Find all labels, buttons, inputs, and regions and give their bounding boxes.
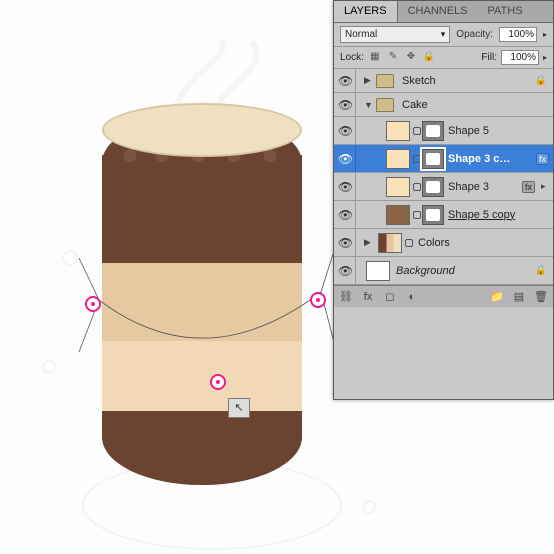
new-group-icon[interactable]: 📁 (489, 289, 505, 305)
lock-label: Lock: (340, 52, 364, 63)
layer-thumbnail[interactable] (366, 261, 390, 281)
tab-paths[interactable]: PATHS (478, 1, 533, 22)
tab-layers[interactable]: LAYERS (334, 1, 398, 22)
lock-move-icon[interactable]: ✥ (404, 51, 418, 65)
vector-mask[interactable] (422, 121, 444, 141)
visibility-toggle[interactable]: 👁 (336, 173, 356, 200)
fill-stepper[interactable]: ▸ (543, 53, 547, 62)
fx-badge[interactable]: fx (536, 153, 549, 165)
lock-icon: 🔒 (535, 75, 547, 86)
layer-thumbnail[interactable] (378, 233, 402, 253)
visibility-toggle[interactable]: 👁 (336, 257, 356, 284)
opacity-label: Opacity: (456, 29, 493, 40)
opacity-field[interactable]: 100% (499, 27, 537, 42)
cup-body (102, 115, 302, 485)
layer-name[interactable]: Colors (418, 237, 450, 249)
chevron-down-icon[interactable]: ▼ (364, 100, 376, 110)
illustration (32, 20, 332, 540)
fill-field[interactable]: 100% (501, 50, 539, 65)
lock-all-icon[interactable]: 🔒 (422, 51, 436, 65)
link-icon[interactable] (405, 239, 413, 247)
fx-badge[interactable]: fx (522, 181, 535, 193)
layer-thumbnail[interactable] (386, 149, 410, 169)
layer-thumbnail[interactable] (386, 205, 410, 225)
layer-name[interactable]: Background (396, 265, 455, 277)
lock-fill-row: Lock: ▦ ✎ ✥ 🔒 Fill: 100% ▸ (334, 47, 553, 69)
link-icon[interactable] (413, 183, 421, 191)
layers-panel: LAYERS CHANNELS PATHS Normal Opacity: 10… (333, 0, 554, 400)
link-icon[interactable] (413, 127, 421, 135)
layer-name[interactable]: Shape 5 copy (448, 209, 515, 221)
fill-label: Fill: (481, 52, 497, 63)
layer-shape-3-copy[interactable]: 👁 Shape 3 c… fx (334, 145, 553, 173)
fx-chevron-icon[interactable]: ▸ (541, 181, 553, 192)
panel-tabs: LAYERS CHANNELS PATHS (334, 1, 553, 23)
anchor-point[interactable] (210, 374, 226, 390)
layer-background[interactable]: 👁 Background 🔒 (334, 257, 553, 285)
new-layer-icon[interactable]: ▤ (511, 289, 527, 305)
visibility-toggle[interactable]: 👁 (336, 93, 356, 116)
vector-mask[interactable] (422, 205, 444, 225)
vector-mask[interactable] (422, 149, 444, 169)
folder-icon (376, 74, 394, 88)
visibility-toggle[interactable]: 👁 (336, 69, 356, 92)
layer-shape-3[interactable]: 👁 Shape 3 fx ▸ (334, 173, 553, 201)
folder-icon (376, 98, 394, 112)
bubble (362, 500, 376, 514)
layer-shape-5-copy[interactable]: 👁 Shape 5 copy (334, 201, 553, 229)
blend-opacity-row: Normal Opacity: 100% ▸ (334, 23, 553, 47)
layer-style-icon[interactable]: fx (360, 289, 376, 305)
bubble (42, 360, 56, 374)
delete-layer-icon[interactable]: 🗑 (533, 289, 549, 305)
chevron-right-icon[interactable]: ▶ (364, 237, 376, 248)
visibility-toggle[interactable]: 👁 (336, 145, 356, 172)
direct-selection-cursor: ↖ (228, 398, 250, 418)
opacity-stepper[interactable]: ▸ (543, 30, 547, 39)
lock-icon: 🔒 (535, 265, 547, 276)
layer-name[interactable]: Shape 3 c… (448, 153, 510, 165)
tab-channels[interactable]: CHANNELS (398, 1, 478, 22)
bubble (62, 250, 78, 266)
layer-mask-icon[interactable]: ◻ (382, 289, 398, 305)
lock-brush-icon[interactable]: ✎ (386, 51, 400, 65)
layer-thumbnail[interactable] (386, 177, 410, 197)
link-layers-icon[interactable]: ⛓ (338, 289, 354, 305)
layer-name[interactable]: Shape 3 (448, 181, 489, 193)
chevron-right-icon[interactable]: ▶ (364, 75, 376, 86)
layer-group-cake[interactable]: 👁 ▼ Cake (334, 93, 553, 117)
visibility-toggle[interactable]: 👁 (336, 229, 356, 256)
adjustment-layer-icon[interactable]: ◐ (404, 289, 420, 305)
layer-thumbnail[interactable] (386, 121, 410, 141)
anchor-point[interactable] (85, 296, 101, 312)
layer-colors[interactable]: 👁 ▶ Colors (334, 229, 553, 257)
panel-footer: ⛓ fx ◻ ◐ 📁 ▤ 🗑 (334, 285, 553, 307)
layer-name[interactable]: Cake (402, 99, 428, 111)
vector-mask[interactable] (422, 177, 444, 197)
visibility-toggle[interactable]: 👁 (336, 117, 356, 144)
layer-group-sketch[interactable]: 👁 ▶ Sketch 🔒 (334, 69, 553, 93)
anchor-point[interactable] (310, 292, 326, 308)
layer-shape-5[interactable]: 👁 Shape 5 (334, 117, 553, 145)
link-icon[interactable] (413, 155, 421, 163)
link-icon[interactable] (413, 211, 421, 219)
layer-name[interactable]: Sketch (402, 75, 436, 87)
lock-transparency-icon[interactable]: ▦ (368, 51, 382, 65)
layers-list: 👁 ▶ Sketch 🔒 👁 ▼ Cake 👁 Shape 5 👁 S (334, 69, 553, 285)
layer-name[interactable]: Shape 5 (448, 125, 489, 137)
blend-mode-select[interactable]: Normal (340, 26, 450, 43)
visibility-toggle[interactable]: 👁 (336, 201, 356, 228)
